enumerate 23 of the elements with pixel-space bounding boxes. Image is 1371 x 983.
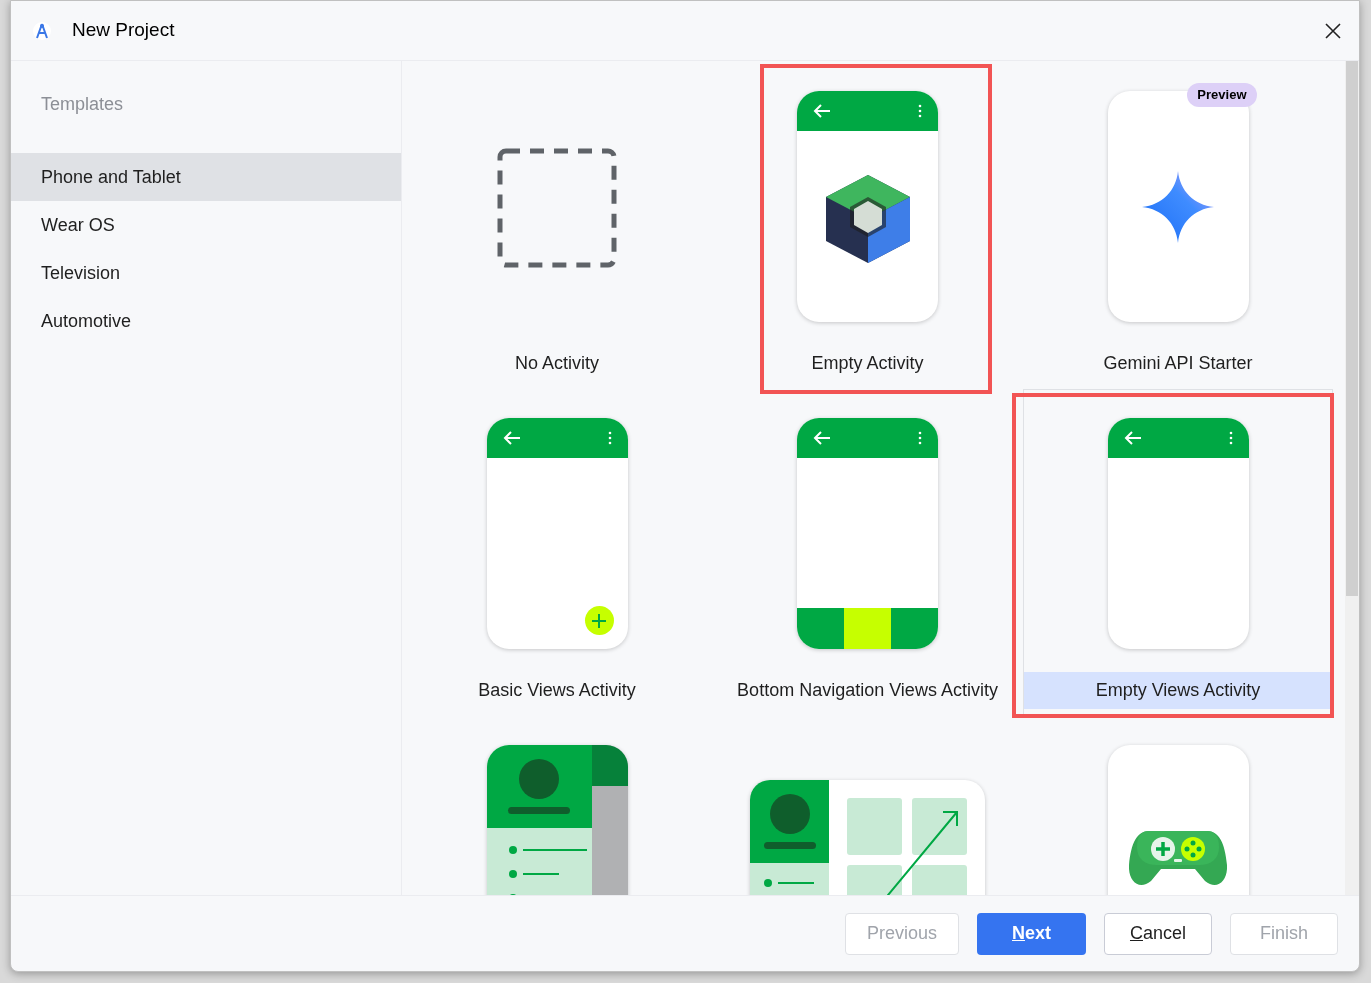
sidebar-item[interactable]: Wear OS <box>11 201 401 249</box>
template-label: Bottom Navigation Views Activity <box>737 679 998 702</box>
sidebar-item[interactable]: Phone and Tablet <box>11 153 401 201</box>
template-label: Basic Views Activity <box>478 679 636 702</box>
template-tile[interactable]: Empty Activity <box>712 62 1023 389</box>
preview-badge: Preview <box>1187 83 1257 107</box>
template-label: Empty Activity <box>811 352 924 375</box>
dashed-square-icon <box>497 148 617 268</box>
sidebar-item[interactable]: Television <box>11 249 401 297</box>
compass-logo-icon <box>33 21 51 40</box>
template-label: Empty Views Activity <box>1024 672 1332 709</box>
scrollbar-thumb[interactable] <box>1346 61 1358 596</box>
template-label: No Activity <box>515 352 599 375</box>
template-tile[interactable]: Bottom Navigation Views Activity <box>712 389 1023 716</box>
sidebar-heading: Templates <box>40 93 125 116</box>
template-tile[interactable]: No Activity <box>402 62 712 389</box>
template-label: Gemini API Starter <box>1103 352 1253 375</box>
dialog-button[interactable]: Cancel <box>1104 912 1212 955</box>
primary-button[interactable]: Next <box>977 912 1086 955</box>
sidebar-item[interactable]: Automotive <box>11 297 401 345</box>
template-tile[interactable]: Basic Views Activity <box>402 389 712 716</box>
template-tile[interactable]: Preview Gemini API Starter <box>1023 62 1333 389</box>
window-title: New Project <box>72 18 175 43</box>
